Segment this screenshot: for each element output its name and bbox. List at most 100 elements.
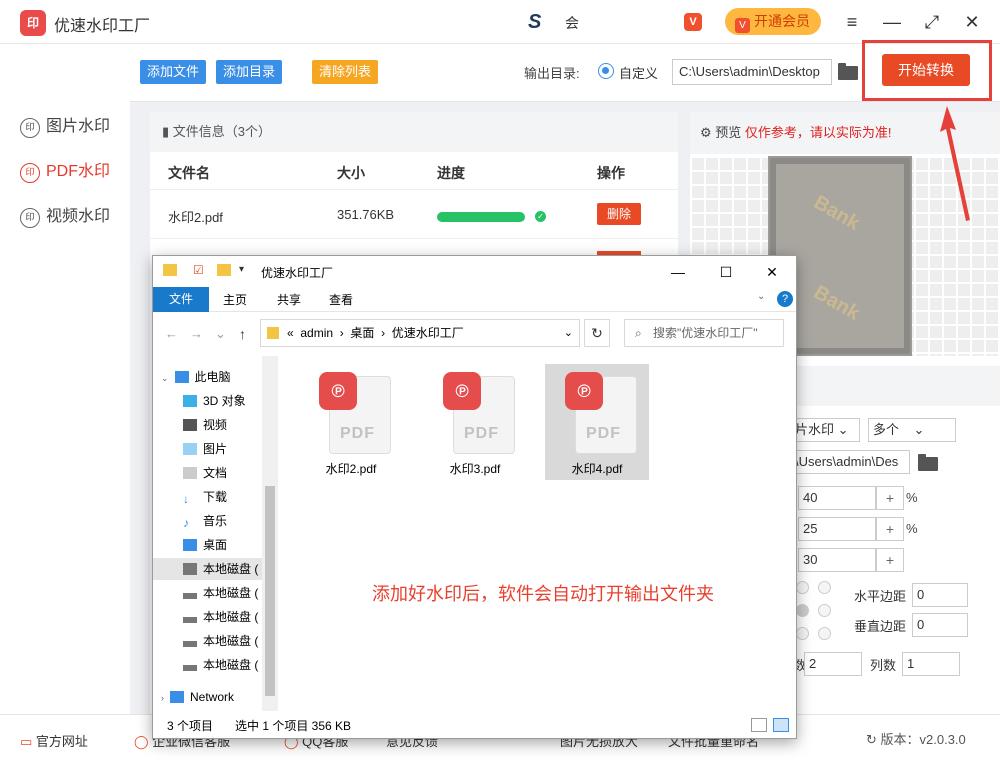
folder-icon — [267, 327, 279, 339]
file-item[interactable]: PDF ℗ 水印2.pdf — [299, 364, 403, 480]
watermark-type-select[interactable]: 片水印 ⌄ — [790, 418, 860, 442]
up-arrow-icon[interactable]: ↑ — [239, 326, 246, 342]
explorer-close-button[interactable]: ✕ — [757, 262, 787, 282]
vip-icon[interactable]: V — [684, 13, 702, 31]
picture-icon — [183, 443, 197, 455]
file-item[interactable]: PDF ℗ 水印3.pdf — [423, 364, 527, 480]
close-button[interactable]: ✕ — [960, 10, 984, 34]
gear-icon: ⚙ — [700, 125, 716, 140]
custom-radio[interactable] — [598, 63, 614, 79]
sidebar-item-pdf-watermark[interactable]: 印 PDF水印 — [20, 158, 110, 186]
download-icon: ↓ — [183, 492, 189, 506]
plus-button[interactable]: + — [876, 548, 904, 572]
tab-file[interactable]: 文件 — [153, 287, 209, 312]
details-view-icon[interactable] — [751, 718, 767, 732]
tree-label: Network — [190, 690, 235, 704]
new-folder-icon[interactable] — [217, 264, 231, 276]
selection-info: 选中 1 个项目 356 KB — [235, 719, 352, 733]
vip-button[interactable]: V 开通会员 — [725, 8, 821, 35]
position-radio[interactable] — [796, 581, 809, 594]
expand-ribbon-icon[interactable]: ⌄ — [757, 291, 765, 302]
scrollbar-thumb[interactable] — [265, 486, 275, 696]
refresh-icon: ↻ — [866, 732, 881, 747]
breadcrumb-admin[interactable]: admin — [300, 326, 333, 340]
custom-radio-label: 自定义 — [619, 66, 659, 81]
breadcrumb-current[interactable]: 优速水印工厂 — [392, 326, 464, 340]
disk-icon — [183, 563, 197, 575]
file-item-selected[interactable]: PDF ℗ 水印4.pdf — [545, 364, 649, 480]
watermark-path-input[interactable]: \Users\admin\Des — [790, 450, 910, 474]
rows-input[interactable]: 2 — [804, 652, 862, 676]
tree-item-documents[interactable]: 文档 — [183, 462, 227, 484]
tree-item-3d[interactable]: 3D 对象 — [183, 390, 246, 412]
menu-icon[interactable]: ≡ — [840, 10, 864, 34]
tree-item-disk[interactable]: 本地磁盘 ( — [153, 558, 262, 580]
tree-item-disk[interactable]: 本地磁盘 ( — [183, 606, 258, 628]
clear-list-button[interactable]: 清除列表 — [312, 60, 379, 84]
minimize-button[interactable]: — — [880, 10, 904, 34]
tree-item-downloads[interactable]: ↓ 下载 — [183, 486, 227, 508]
add-dir-button[interactable]: 添加目录 — [216, 60, 283, 84]
v-margin-input[interactable]: 0 — [912, 613, 968, 637]
website-label: 官方网址 — [35, 734, 88, 749]
folder-icon[interactable] — [918, 454, 938, 471]
plus-button[interactable]: + — [876, 486, 904, 510]
document-icon — [183, 467, 197, 479]
tree-scrollbar[interactable] — [262, 356, 278, 711]
tree-item-pictures[interactable]: 图片 — [183, 438, 227, 460]
plus-button[interactable]: + — [876, 517, 904, 541]
position-radio[interactable] — [818, 604, 831, 617]
maximize-button[interactable]: ⤢ — [920, 10, 944, 34]
tree-item-disk[interactable]: 本地磁盘 ( — [183, 630, 258, 652]
explorer-maximize-button[interactable]: ☐ — [711, 262, 741, 282]
tab-view[interactable]: 查看 — [329, 291, 353, 308]
tree-label: 本地磁盘 ( — [203, 586, 259, 600]
cols-input[interactable]: 1 — [902, 652, 960, 676]
tab-home[interactable]: 主页 — [223, 291, 247, 308]
position-radio[interactable] — [796, 627, 809, 640]
search-input[interactable]: ⌕ 搜索"优速水印工厂" — [624, 319, 784, 347]
h-margin-input[interactable]: 0 — [912, 583, 968, 607]
sidebar-item-video-watermark[interactable]: 印视频水印 — [20, 203, 110, 231]
watermark-count-select[interactable]: 多个 ⌄ — [868, 418, 956, 442]
value-input-3[interactable]: 30 — [798, 548, 876, 572]
value-input-2[interactable]: 25 — [798, 517, 876, 541]
sidebar: 印图片水印 印 PDF水印 印视频水印 — [0, 44, 130, 714]
annotation-arrow — [940, 106, 970, 221]
quick-access-dropdown-icon[interactable]: ▾ — [239, 264, 244, 275]
tree-item-desktop[interactable]: 桌面 — [183, 534, 227, 556]
position-radio[interactable] — [818, 581, 831, 594]
position-radio[interactable] — [818, 627, 831, 640]
address-dropdown-icon[interactable]: ⌄ — [564, 320, 573, 346]
folder-icon[interactable] — [838, 63, 858, 80]
tree-label: 此电脑 — [194, 370, 231, 384]
icons-view-icon[interactable] — [773, 718, 789, 732]
pdf-label: PDF — [340, 425, 375, 442]
position-radio[interactable] — [796, 604, 809, 617]
tree-item-network[interactable]: › Network — [161, 686, 234, 708]
tree-label: 视频 — [203, 418, 228, 432]
delete-button[interactable]: 删除 — [597, 203, 641, 225]
value-input-1[interactable]: 40 — [798, 486, 876, 510]
add-file-button[interactable]: 添加文件 — [140, 60, 207, 84]
breadcrumb-desktop[interactable]: 桌面 — [350, 326, 374, 340]
help-icon[interactable]: ? — [777, 291, 793, 307]
sidebar-item-image-watermark[interactable]: 印图片水印 — [20, 113, 110, 141]
web-icon: ▭ — [20, 734, 36, 749]
address-bar[interactable]: « admin › 桌面 › 优速水印工厂 ⌄ — [260, 319, 580, 347]
tree-item-videos[interactable]: 视频 — [183, 414, 227, 436]
nav-arrows[interactable]: ←→⌄ — [165, 326, 238, 342]
tab-share[interactable]: 共享 — [277, 291, 301, 308]
progress-bar — [437, 212, 525, 222]
checklist-icon[interactable]: ☑ — [193, 263, 204, 277]
tree-item-this-pc[interactable]: ⌄ 此电脑 — [161, 366, 231, 388]
explorer-minimize-button[interactable]: — — [663, 262, 693, 282]
breadcrumb-overflow[interactable]: « — [287, 326, 294, 340]
file-name: 水印2.pdf — [325, 462, 377, 476]
output-path-input[interactable]: C:\Users\admin\Desktop — [672, 59, 832, 85]
tree-item-disk[interactable]: 本地磁盘 ( — [183, 582, 258, 604]
refresh-button[interactable]: ↻ — [584, 319, 610, 347]
website-link[interactable]: ▭ 官方网址 — [20, 731, 88, 750]
tree-item-disk[interactable]: 本地磁盘 ( — [183, 654, 258, 676]
tree-item-music[interactable]: ♪ 音乐 — [183, 510, 227, 532]
